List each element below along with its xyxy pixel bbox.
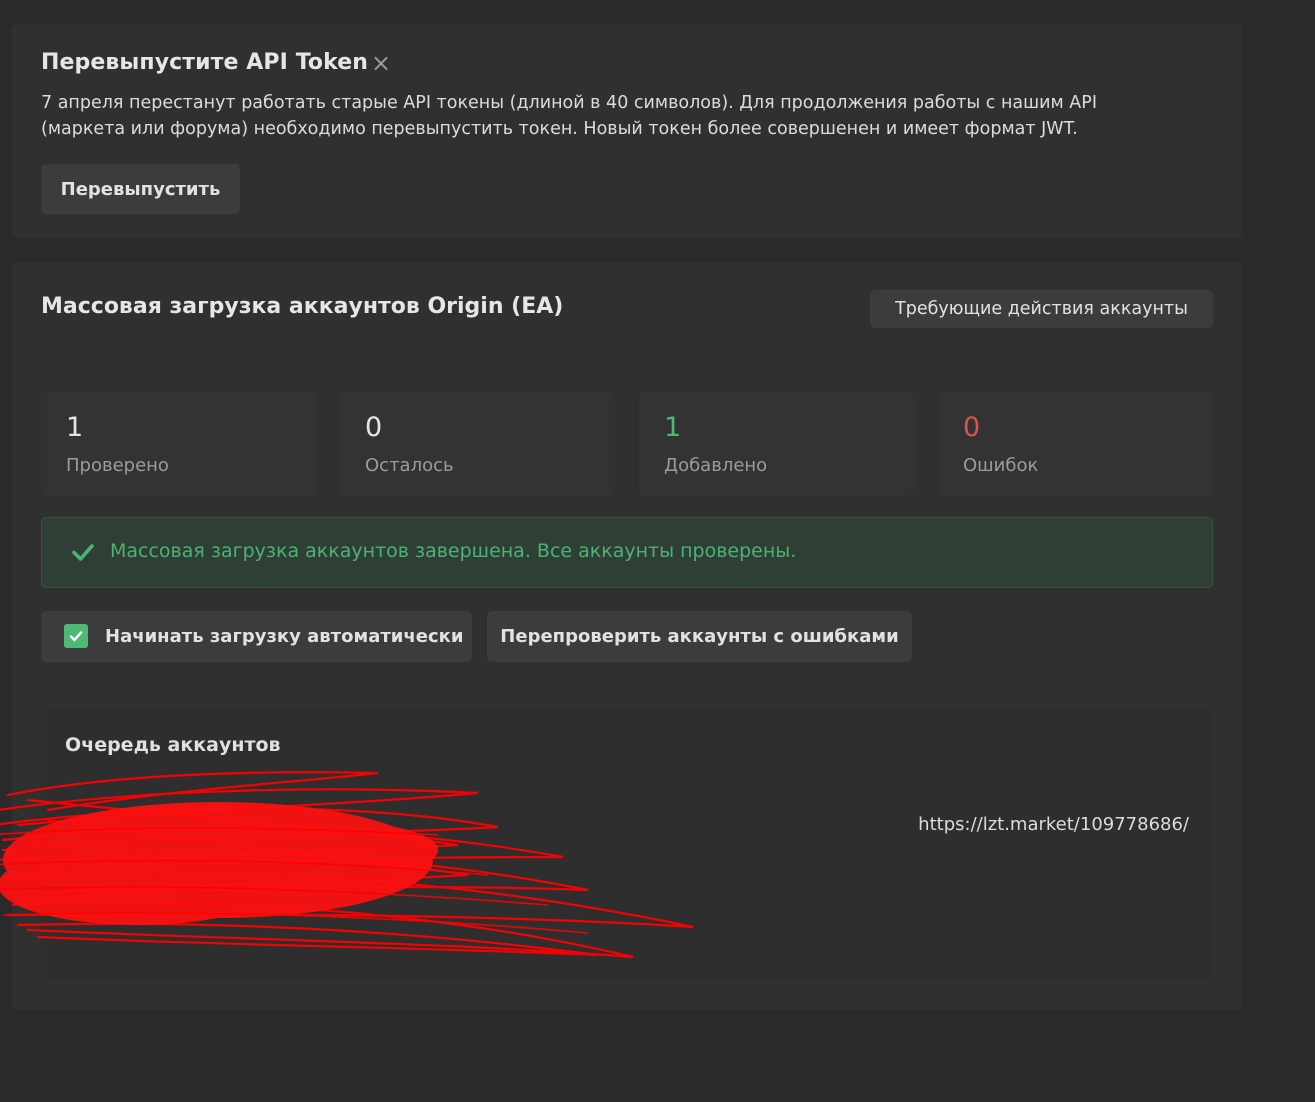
checkbox-checked-icon[interactable]: [64, 624, 88, 648]
stat-value: 1: [664, 412, 682, 443]
recheck-errors-button[interactable]: Перепроверить аккаунты с ошибками: [487, 611, 912, 662]
auto-start-label: Начинать загрузку автоматически: [105, 626, 464, 647]
stat-errors: 0 Ошибок: [938, 392, 1213, 495]
success-message: Массовая загрузка аккаунтов завершена. В…: [110, 540, 797, 562]
auto-start-toggle[interactable]: Начинать загрузку автоматически: [41, 611, 472, 662]
redacted-account-details: [65, 812, 70, 888]
stat-checked: 1 Проверено: [41, 392, 316, 495]
stat-added: 1 Добавлено: [639, 392, 914, 495]
stat-remaining: 0 Осталось: [340, 392, 615, 495]
queue-title: Очередь аккаунтов: [65, 734, 281, 756]
stat-value: 1: [66, 412, 84, 443]
checkmark-icon: [72, 544, 94, 561]
queue-item-link[interactable]: https://lzt.market/109778686/: [918, 814, 1189, 835]
stat-value: 0: [365, 412, 383, 443]
stat-label: Проверено: [66, 455, 169, 476]
close-icon[interactable]: ×: [371, 50, 393, 76]
api-token-notice: Перевыпустите API Token × 7 апреля перес…: [12, 24, 1242, 238]
account-queue: Очередь аккаунтов https://lzt.market/109…: [41, 708, 1213, 980]
stat-value: 0: [963, 412, 981, 443]
notice-text: 7 апреля перестанут работать старые API …: [41, 93, 1097, 139]
upload-title: Массовая загрузка аккаунтов Origin (EA): [41, 294, 564, 319]
stat-label: Осталось: [365, 455, 454, 476]
stat-label: Ошибок: [963, 455, 1039, 476]
notice-title: Перевыпустите API Token: [41, 50, 369, 75]
stat-label: Добавлено: [664, 455, 768, 476]
needs-action-accounts-button[interactable]: Требующие действия аккаунты: [870, 290, 1213, 328]
success-alert: Массовая загрузка аккаунтов завершена. В…: [41, 517, 1213, 588]
reissue-button[interactable]: Перевыпустить: [41, 164, 240, 214]
bulk-upload-panel: Массовая загрузка аккаунтов Origin (EA) …: [12, 262, 1242, 1010]
